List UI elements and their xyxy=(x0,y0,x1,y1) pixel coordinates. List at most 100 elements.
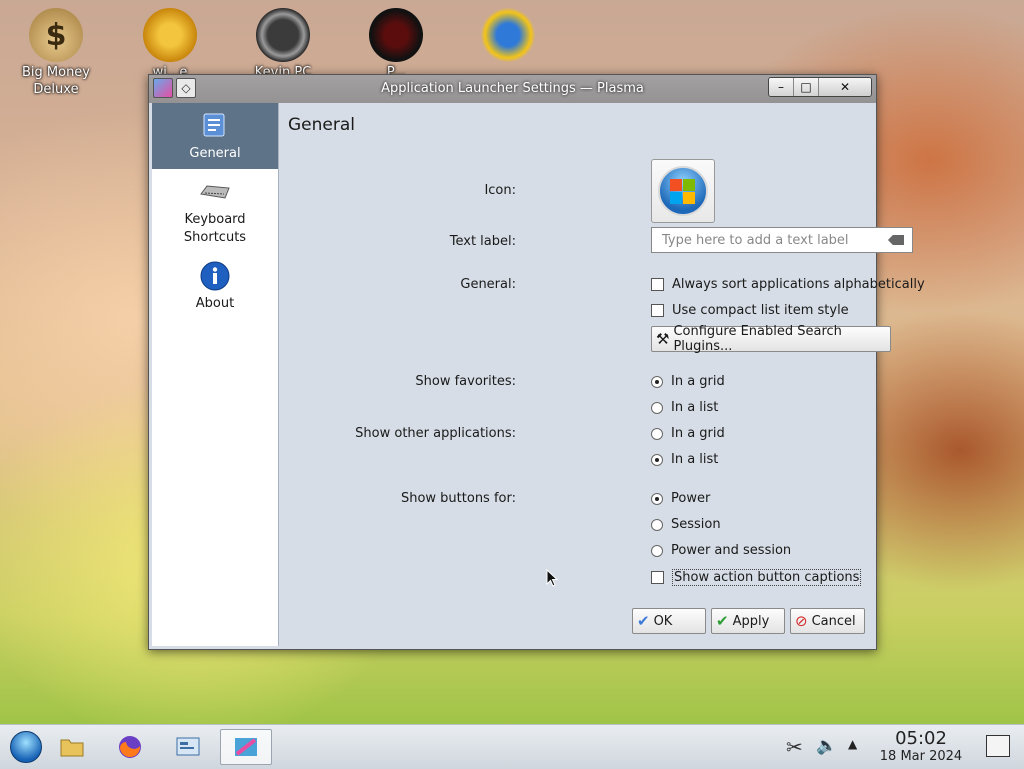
text-label-label: Text label: xyxy=(449,234,516,249)
cancel-button[interactable]: ⊘ Cancel xyxy=(790,608,865,634)
radio-button[interactable] xyxy=(651,427,663,440)
other-apps-grid-radio[interactable]: In a grid xyxy=(651,426,725,441)
checkbox-box[interactable] xyxy=(651,304,664,317)
desktop-icon-spider[interactable]: P... xyxy=(348,0,444,81)
checkbox-label: Use compact list item style xyxy=(672,303,849,318)
spider-icon xyxy=(369,8,423,62)
radio-label: In a grid xyxy=(671,374,725,389)
taskbar-launcher-settings[interactable] xyxy=(220,729,272,765)
desktop-icon-big-money[interactable]: $ Big Money Deluxe xyxy=(8,0,104,98)
button-label: Cancel xyxy=(811,613,856,629)
favorites-grid-radio[interactable]: In a grid xyxy=(651,374,725,389)
show-favorites-label: Show favorites: xyxy=(415,374,516,389)
sidebar-item-keyboard-shortcuts[interactable]: Keyboard Shortcuts xyxy=(152,169,278,253)
buttons-power-session-radio[interactable]: Power and session xyxy=(651,543,791,558)
button-label: OK xyxy=(653,613,673,629)
window-controls: – □ ✕ xyxy=(768,77,872,97)
taskbar-system-settings[interactable] xyxy=(162,729,214,765)
close-button[interactable]: ✕ xyxy=(818,78,871,96)
button-label: Apply xyxy=(732,613,770,629)
compact-list-checkbox[interactable]: Use compact list item style xyxy=(651,303,849,318)
start-orb-icon xyxy=(10,731,42,763)
clock-time: 05:02 xyxy=(895,728,947,749)
desktop-icon-sun[interactable] xyxy=(460,0,556,64)
text-label-input[interactable]: Type here to add a text label xyxy=(651,227,913,253)
app-launcher-settings-icon xyxy=(235,738,257,756)
settings-panel-icon xyxy=(176,737,200,756)
window-title: Application Launcher Settings — Plasma xyxy=(381,81,644,96)
radio-button[interactable] xyxy=(651,401,663,414)
settings-content: General Icon: Text label: Type here to a… xyxy=(279,103,925,646)
tray-expand-icon[interactable]: ▲ xyxy=(848,737,857,751)
radio-label: In a list xyxy=(671,400,719,415)
general-options-label: General: xyxy=(460,277,516,292)
buttons-power-radio[interactable]: Power xyxy=(651,491,710,506)
radio-button[interactable] xyxy=(651,453,663,466)
desktop-icon-label: Big Money Deluxe xyxy=(21,65,90,97)
keyboard-icon xyxy=(198,175,232,209)
settings-window: ◇ Application Launcher Settings — Plasma… xyxy=(148,74,925,650)
mouse-cursor-icon xyxy=(546,569,558,587)
desktop-icon-kevin-pc[interactable]: Kevin PC xyxy=(235,0,331,81)
volume-icon[interactable]: 🔈 xyxy=(816,736,837,756)
money-bag-icon: $ xyxy=(29,8,83,62)
sun-globe-icon xyxy=(481,8,535,62)
gear-icon xyxy=(143,8,197,62)
start-menu-button[interactable] xyxy=(0,729,52,765)
tools-icon: ⚒ xyxy=(656,330,670,348)
firefox-icon xyxy=(119,736,141,758)
radio-button[interactable] xyxy=(651,492,663,505)
radio-button[interactable] xyxy=(651,518,663,531)
clock-date: 18 Mar 2024 xyxy=(879,749,963,764)
checkbox-label: Show action button captions xyxy=(672,569,862,586)
icon-label: Icon: xyxy=(484,183,516,198)
radio-label: In a list xyxy=(671,452,719,467)
folder-icon xyxy=(60,739,84,757)
other-apps-list-radio[interactable]: In a list xyxy=(651,452,718,467)
taskbar: ✂ 🔈 ▲ 05:02 18 Mar 2024 xyxy=(0,724,1024,769)
show-buttons-label: Show buttons for: xyxy=(400,491,516,506)
launcher-icon-button[interactable] xyxy=(651,159,715,223)
checkbox-box[interactable] xyxy=(651,278,664,291)
taskbar-file-manager[interactable] xyxy=(46,729,98,765)
clock[interactable]: 05:02 18 Mar 2024 xyxy=(868,729,974,765)
info-icon xyxy=(198,259,232,293)
radio-label: Power xyxy=(671,491,711,506)
clear-icon[interactable] xyxy=(888,235,904,245)
settings-sidebar: General Keyboard Shortcuts About xyxy=(152,103,279,646)
checkmark-icon: ✔ xyxy=(716,612,729,630)
configure-search-plugins-button[interactable]: ⚒ Configure Enabled Search Plugins... xyxy=(651,324,891,354)
sort-alphabetically-checkbox[interactable]: Always sort applications alphabetically xyxy=(651,277,925,292)
clipboard-scissors-icon[interactable]: ✂ xyxy=(786,735,803,759)
apply-button[interactable]: ✔ Apply xyxy=(711,608,785,634)
sidebar-item-label: General xyxy=(189,146,241,161)
radio-button[interactable] xyxy=(651,544,663,557)
sidebar-item-general[interactable]: General xyxy=(152,103,278,169)
show-other-apps-label: Show other applications: xyxy=(355,426,516,441)
sidebar-item-label: About xyxy=(195,296,235,311)
page-title: General xyxy=(288,115,355,135)
general-settings-icon xyxy=(198,109,232,143)
radio-label: Power and session xyxy=(671,543,792,558)
checkbox-label: Always sort applications alphabetically xyxy=(672,277,925,292)
radio-label: In a grid xyxy=(671,426,725,441)
sidebar-item-about[interactable]: About xyxy=(152,253,278,319)
favorites-list-radio[interactable]: In a list xyxy=(651,400,718,415)
window-titlebar[interactable]: ◇ Application Launcher Settings — Plasma… xyxy=(149,75,876,103)
show-captions-checkbox[interactable]: Show action button captions xyxy=(651,569,862,586)
ok-button[interactable]: ✔ OK xyxy=(632,608,706,634)
button-label: Configure Enabled Search Plugins... xyxy=(673,324,842,354)
sidebar-item-label: Keyboard Shortcuts xyxy=(183,212,247,245)
radio-button[interactable] xyxy=(651,375,663,388)
windows-logo-icon xyxy=(658,166,708,216)
buttons-session-radio[interactable]: Session xyxy=(651,517,721,532)
maximize-button[interactable]: □ xyxy=(793,78,818,96)
text-label-placeholder: Type here to add a text label xyxy=(662,232,849,248)
show-desktop-button[interactable] xyxy=(986,735,1010,757)
minimize-button[interactable]: – xyxy=(769,78,793,96)
taskbar-firefox[interactable] xyxy=(104,729,156,765)
cancel-icon: ⊘ xyxy=(795,612,808,630)
radio-label: Session xyxy=(671,517,721,532)
checkbox-box[interactable] xyxy=(651,571,664,584)
checkmark-icon: ✔ xyxy=(637,612,650,630)
